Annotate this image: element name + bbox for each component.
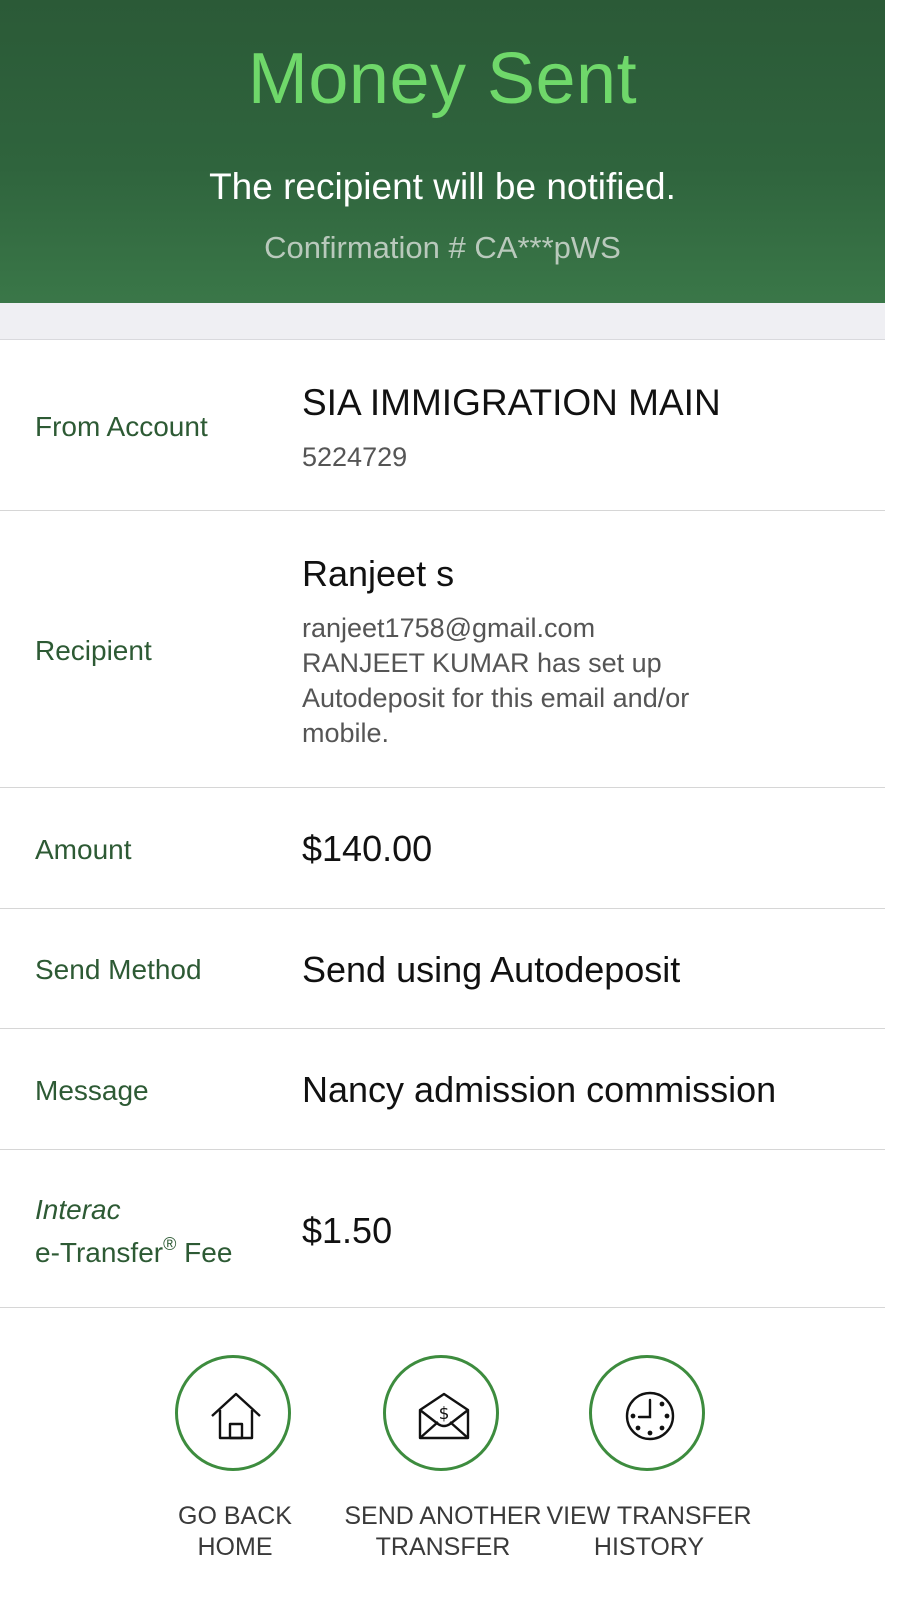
fee-value: $1.50 xyxy=(302,1210,393,1251)
fee-label-interac: Interac xyxy=(35,1194,121,1225)
view-transfer-history-circle[interactable] xyxy=(589,1355,705,1471)
view-transfer-history-label-line1: VIEW TRANSFER xyxy=(546,1502,752,1530)
section-divider xyxy=(0,303,885,340)
send-method-value: Send using Autodeposit xyxy=(302,949,681,990)
amount-value: $140.00 xyxy=(302,828,433,869)
go-back-home-label-line2: HOME xyxy=(197,1533,273,1561)
envelope-dollar-icon: $ xyxy=(418,1392,470,1440)
go-back-home-button[interactable]: GO BACK HOME xyxy=(130,1309,340,1599)
send-another-transfer-label: SEND ANOTHER TRANSFER xyxy=(338,1501,548,1563)
view-transfer-history-label: VIEW TRANSFER HISTORY xyxy=(544,1501,754,1563)
screen-edge xyxy=(885,0,903,1599)
notification-text: The recipient will be notified. xyxy=(209,166,676,207)
autodeposit-note-line3: mobile. xyxy=(302,718,390,748)
recipient-email: ranjeet1758@gmail.com xyxy=(302,613,596,643)
go-back-home-circle[interactable] xyxy=(175,1355,291,1471)
autodeposit-note-line2: Autodeposit for this email and/or xyxy=(302,683,690,713)
from-account-row: From Account SIA IMMIGRATION MAIN 522472… xyxy=(0,340,885,511)
recipient-row: Recipient Ranjeet s ranjeet1758@gmail.co… xyxy=(0,511,885,788)
send-another-transfer-circle[interactable]: $ xyxy=(383,1355,499,1471)
send-another-transfer-label-line1: SEND ANOTHER xyxy=(344,1502,542,1530)
action-buttons: GO BACK HOME $ SEND ANOTHER TRANSFER VIE… xyxy=(0,1309,885,1599)
registered-mark: ® xyxy=(163,1234,177,1254)
send-method-row: Send Method Send using Autodeposit xyxy=(0,909,885,1029)
amount-label: Amount xyxy=(35,834,132,865)
amount-row: Amount $140.00 xyxy=(0,788,885,909)
home-icon xyxy=(211,1392,261,1440)
recipient-name: Ranjeet s xyxy=(302,553,455,594)
message-value: Nancy admission commission xyxy=(302,1069,777,1110)
go-back-home-label-line1: GO BACK xyxy=(178,1502,292,1530)
go-back-home-label: GO BACK HOME xyxy=(130,1501,340,1563)
page-title: Money Sent xyxy=(247,39,638,119)
confirmation-number: Confirmation # CA***pWS xyxy=(264,230,621,265)
message-label: Message xyxy=(35,1075,149,1106)
clock-icon xyxy=(625,1391,675,1441)
send-another-transfer-label-line2: TRANSFER xyxy=(375,1533,511,1561)
message-row: Message Nancy admission commission xyxy=(0,1029,885,1150)
view-transfer-history-button[interactable]: VIEW TRANSFER HISTORY xyxy=(544,1309,754,1599)
confirmation-header: Money Sent The recipient will be notifie… xyxy=(0,0,885,303)
fee-row: Interac e-Transfer® Fee $1.50 xyxy=(0,1150,885,1308)
fee-label-etransfer-text: e-Transfer xyxy=(35,1237,164,1268)
fee-label-etransfer: e-Transfer® Fee xyxy=(35,1234,232,1269)
from-account-number: 5224729 xyxy=(302,442,408,472)
autodeposit-note-line1: RANJEET KUMAR has set up xyxy=(302,648,662,678)
from-account-label: From Account xyxy=(35,411,208,442)
send-method-label: Send Method xyxy=(35,954,202,985)
send-another-transfer-button[interactable]: $ SEND ANOTHER TRANSFER xyxy=(338,1309,548,1599)
recipient-label: Recipient xyxy=(35,635,152,666)
fee-label-suffix: Fee xyxy=(176,1237,233,1268)
from-account-name: SIA IMMIGRATION MAIN xyxy=(302,382,721,423)
svg-text:$: $ xyxy=(439,1404,450,1424)
view-transfer-history-label-line2: HISTORY xyxy=(593,1533,705,1561)
money-sent-screen: Money Sent The recipient will be notifie… xyxy=(0,0,885,1599)
